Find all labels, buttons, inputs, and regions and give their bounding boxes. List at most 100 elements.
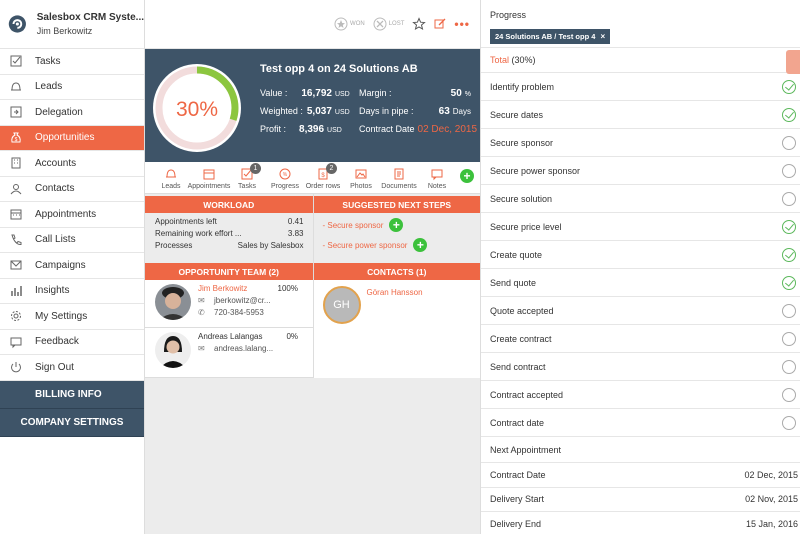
power-icon [11,362,21,373]
tab-appointments[interactable]: Appointments [187,167,231,190]
workload-panel: WORKLOAD Appointments left 0.41 Remaining … [145,194,313,261]
star-icon[interactable] [412,17,427,31]
empty-circle-icon[interactable] [782,303,796,318]
edit-icon[interactable] [434,18,446,30]
check-circle-icon[interactable] [782,79,796,94]
check-circle-icon[interactable] [782,247,796,262]
brand-header[interactable]: Salesbox CRM Syste... Jim Berkowitz [0,0,144,49]
sidebar-item-label: Tasks [35,55,61,67]
date-value[interactable]: 02 Nov, 2015 [745,494,798,504]
check-circle-icon[interactable] [782,107,796,122]
profit-label: Profit : [260,124,287,134]
progress-step-label: Send contract [490,361,546,372]
opportunity-chip[interactable]: 24 Solutions AB / Test opp 4 × [490,29,611,44]
progress-step-label: Create quote [490,249,543,260]
avatar [155,332,191,368]
margin-unit: % [464,91,471,98]
value-label: Value : [260,88,288,98]
documents-icon [394,168,404,180]
collapse-handle[interactable] [786,50,800,74]
contact-item[interactable]: GH Göran Hansson [322,286,481,324]
date-value[interactable]: 15 Jan, 2016 [746,519,798,529]
lost-icon [373,17,387,31]
sidebar-item-tasks[interactable]: Tasks [0,49,144,75]
more-icon[interactable]: ••• [454,17,470,31]
member-email[interactable]: jberkowitz@cr... [214,296,271,305]
tab-tasks[interactable]: 1 Tasks [228,163,266,190]
add-step-icon[interactable]: + [389,218,404,232]
progress-header: Progress 24 Solutions AB / Test opp 4 × [481,0,800,48]
sidebar-item-accounts[interactable]: Accounts [0,151,144,177]
progress-step-label: Contract date [490,417,545,428]
add-icon[interactable]: + [460,169,474,183]
app-root: Salesbox CRM Syste... Jim Berkowitz Task… [0,0,800,534]
team-member[interactable]: Andreas Lalangas 0% ✉ andreas.lalang... [145,328,313,378]
sidebar-item-contacts[interactable]: Contacts [0,177,144,202]
check-circle-icon[interactable] [782,275,796,290]
lost-button[interactable]: LOST [373,17,404,31]
total-value: (30%) [511,55,536,65]
member-name[interactable]: Andreas Lalangas [198,332,263,341]
sidebar-item-opportunities[interactable]: $ Opportunities [0,125,144,151]
won-label: WON [350,21,365,27]
sidebar-item-campaigns[interactable]: Campaigns [0,253,144,279]
close-icon[interactable]: × [600,32,605,41]
billing-info-button[interactable]: BILLING INFO [0,380,144,409]
building-icon [11,157,21,169]
member-phone[interactable]: 720-384-5953 [214,308,264,317]
person-icon [10,183,22,195]
sidebar-nav: Tasks Leads Delegation $ Opportunities Accoun… [0,49,144,381]
team-panel: OPPORTUNITY TEAM (2) Jim Berkowitz 100% ✉ j… [145,261,313,378]
tab-label: Appointments [187,183,231,190]
empty-circle-icon[interactable] [782,331,796,346]
member-name[interactable]: Jim Berkowitz [198,284,247,293]
tab-notes[interactable]: Notes [418,167,456,190]
people-grid: OPPORTUNITY TEAM (2) Jim Berkowitz 100% ✉ j… [145,261,480,378]
progress-step-row: Send quote [481,269,800,297]
tab-documents[interactable]: Documents [380,167,418,190]
notes-icon [431,169,443,181]
empty-circle-icon[interactable] [782,387,796,402]
empty-circle-icon[interactable] [782,415,796,430]
sidebar-item-appointments[interactable]: Appointments [0,202,144,228]
sidebar-item-my-settings[interactable]: My Settings [0,304,144,330]
tab-label: Notes [427,183,447,190]
team-member[interactable]: Jim Berkowitz 100% ✉ jberkowitz@cr... ✆ 720-3… [145,280,313,328]
check-circle-icon[interactable] [782,219,796,234]
won-button[interactable]: WON [334,17,365,31]
empty-circle-icon[interactable] [782,359,796,374]
sidebar-item-label: My Settings [35,310,88,322]
total-label: Total [490,55,510,65]
company-settings-button[interactable]: COMPANY SETTINGS [0,408,144,437]
add-step-icon[interactable]: + [413,238,428,252]
next-step-item[interactable]: - Secure sponsor + [314,215,481,235]
value-field: Value : 16,792 USD [260,88,350,99]
sidebar-item-insights[interactable]: Insights [0,279,144,304]
tab-photos[interactable]: Photos [342,167,380,190]
gear-icon [11,311,21,322]
workload-row: Appointments left 0.41 [145,215,313,227]
contact-name[interactable]: Göran Hansson [367,288,423,324]
progress-step-label: Contract accepted [490,389,564,400]
empty-circle-icon[interactable] [782,163,796,178]
contract-date-value[interactable]: 02 Dec, 2015 [418,124,478,135]
progress-step-label: Send quote [490,277,537,288]
tab-order-rows[interactable]: $2 Order rows [304,163,342,190]
sidebar-item-leads[interactable]: Leads [0,75,144,100]
tab-leads[interactable]: Leads [152,167,190,190]
empty-circle-icon[interactable] [782,191,796,206]
progress-step-row: Secure sponsor [481,129,800,157]
profit-field: Profit : 8,396 USD [260,124,342,135]
next-step-item[interactable]: - Secure power sponsor + [314,235,481,255]
empty-circle-icon[interactable] [782,135,796,150]
progress-percent: 30% [176,98,218,121]
member-email[interactable]: andreas.lalang... [214,344,273,353]
date-value[interactable]: 02 Dec, 2015 [744,470,798,480]
progress-step-label: Secure price level [490,221,562,232]
sidebar-item-delegation[interactable]: Delegation [0,100,144,126]
tab-progress[interactable]: % Progress [266,167,304,190]
sidebar-item-call-lists[interactable]: Call Lists [0,228,144,253]
sidebar-item-sign-out[interactable]: Sign Out [0,355,144,381]
trophy-icon [334,17,348,31]
sidebar-item-feedback[interactable]: Feedback [0,330,144,355]
